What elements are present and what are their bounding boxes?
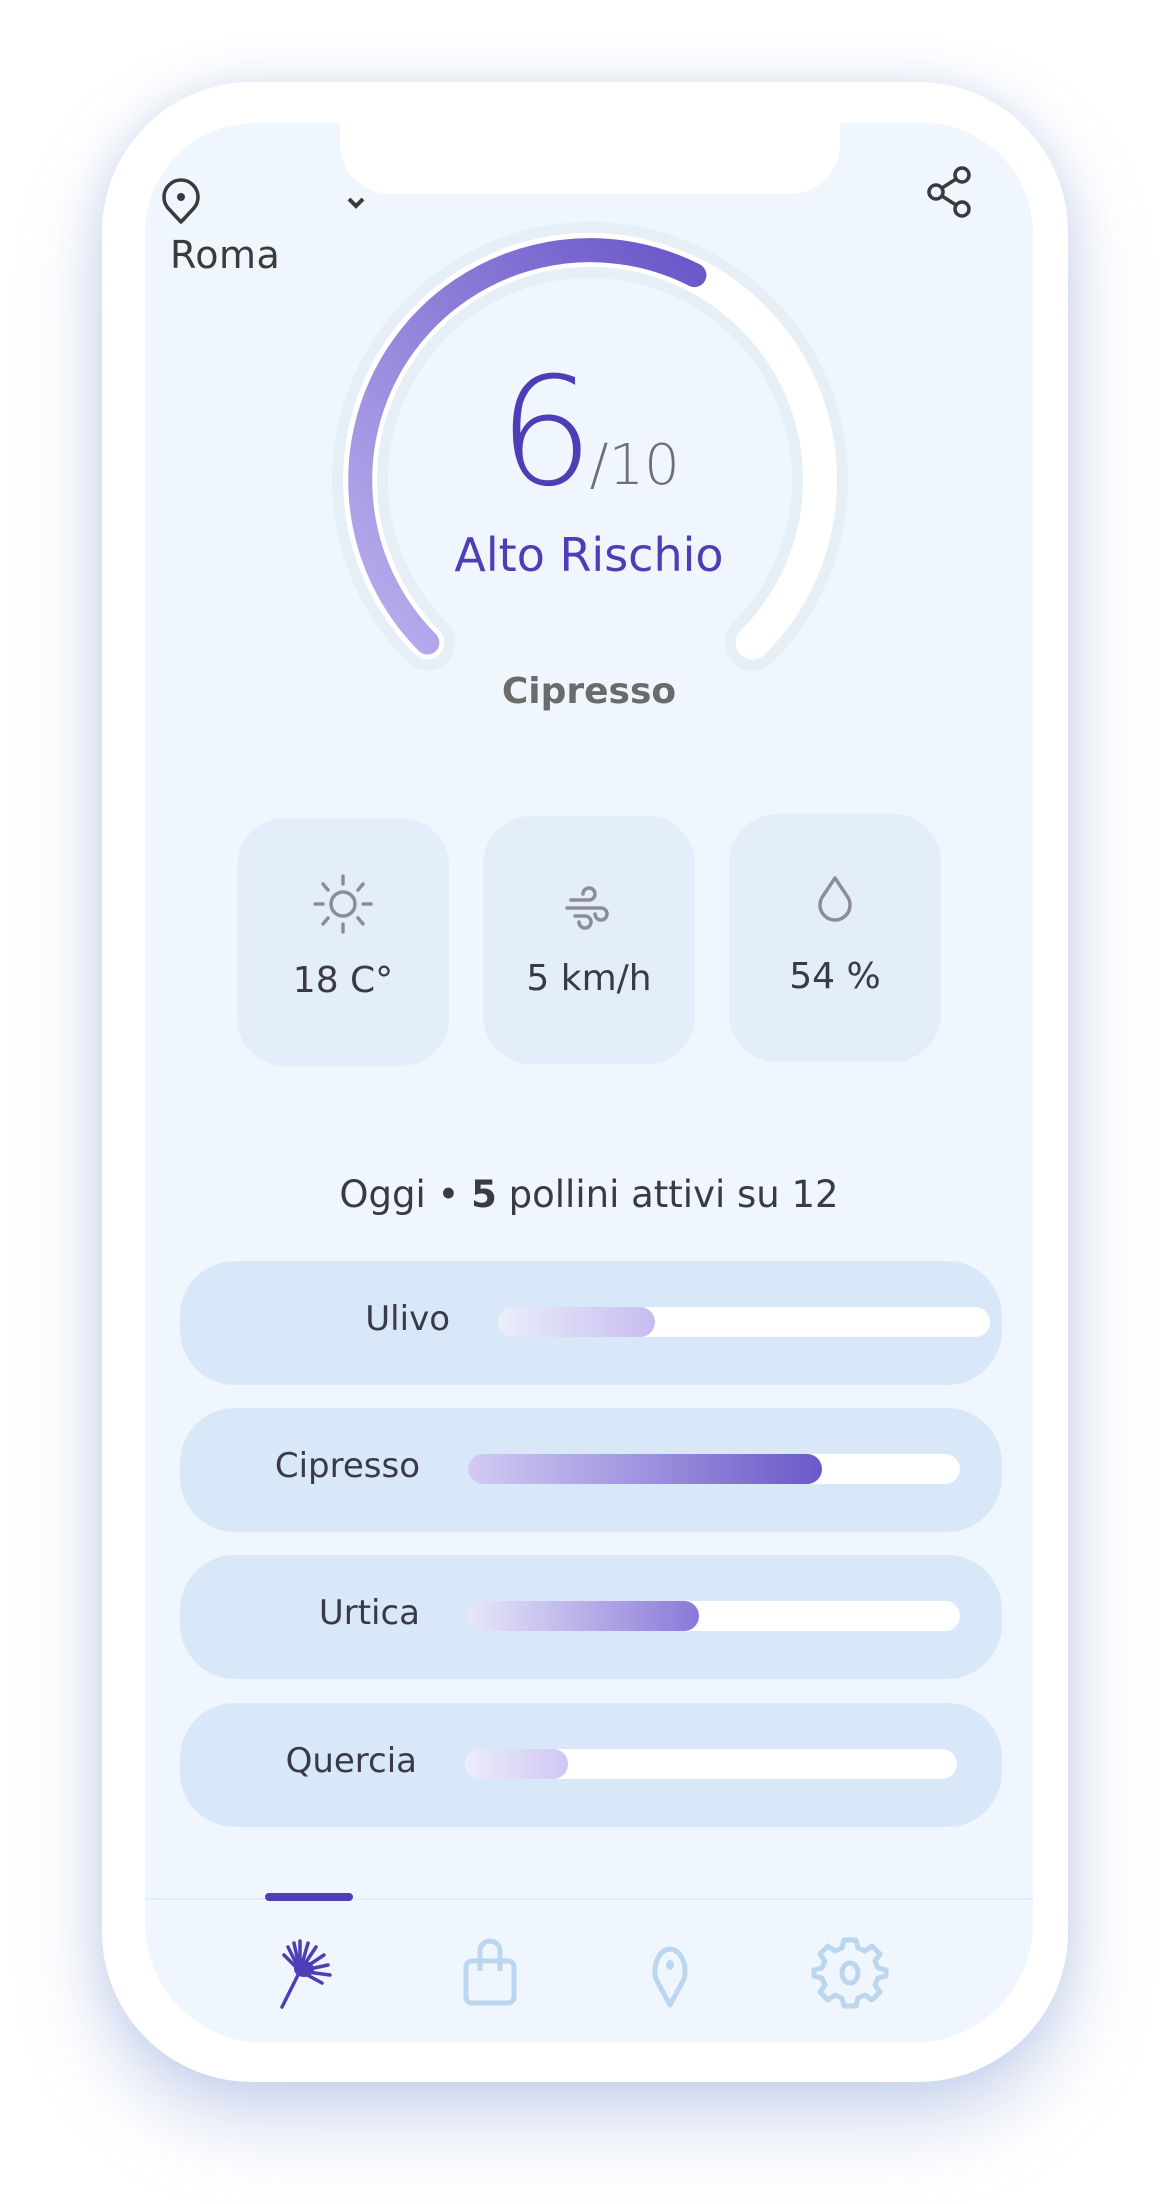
droplet-icon [818,876,852,922]
pollen-level-bar [468,1454,960,1484]
pollen-level-bar [468,1601,960,1631]
wind-icon [565,886,609,930]
score-value: 6 [498,346,593,520]
chevron-down-icon[interactable] [345,195,367,211]
pollen-row-urtica[interactable]: Urtica [180,1555,1002,1679]
sun-icon [313,874,373,934]
shopping-bag-icon [463,1938,517,2006]
pollen-name: Ulivo [365,1299,450,1339]
nav-item-settings[interactable] [810,1933,890,2013]
share-icon[interactable] [920,163,978,221]
map-pin-icon[interactable] [160,178,202,226]
wind-value: 5 km/h [526,958,652,999]
nav-item-map[interactable] [630,1933,710,2013]
pollen-level-fill [498,1307,656,1337]
pollen-level-bar [465,1749,957,1779]
temperature-value: 18 C° [292,960,394,1001]
phone-frame: Roma 6/10 Alto Rischio Cipresso 18 C° 5 … [102,82,1068,2082]
main-allergen-label: Cipresso [501,671,677,712]
nav-item-shop[interactable] [450,1933,530,2013]
weather-card-temperature: 18 C° [237,818,449,1066]
pollen-level-bar [498,1307,990,1337]
pollen-row-quercia[interactable]: Quercia [180,1703,1002,1827]
pollen-summary: Oggi • 5 pollini attivi su 12 [339,1173,839,1216]
pollen-row-cipresso[interactable]: Cipresso [180,1408,1002,1532]
active-pollen-count: 5 [471,1173,497,1216]
nav-item-pollen[interactable] [270,1933,350,2013]
map-pin-icon [652,1946,688,2008]
pollen-row-ulivo[interactable]: Ulivo [180,1261,1002,1385]
pollen-name: Quercia [285,1741,417,1781]
app-screen: Roma 6/10 Alto Rischio Cipresso 18 C° 5 … [145,123,1033,2043]
dandelion-icon [280,1939,332,2009]
risk-score: 6/10 [145,358,1033,508]
pollen-level-fill [468,1454,823,1484]
pollen-level-fill [468,1601,700,1631]
nav-active-indicator [265,1893,353,1901]
city-selector[interactable]: Roma [170,233,280,277]
pollen-name: Urtica [318,1593,420,1633]
pollen-name: Cipresso [274,1446,420,1486]
humidity-value: 54 % [789,956,881,997]
weather-card-humidity: 54 % [729,814,941,1062]
pollen-level-fill [465,1749,569,1779]
risk-level-label: Alto Rischio [454,528,724,582]
phone-notch [340,123,840,194]
settings-gear-icon [811,1937,889,2009]
weather-card-wind: 5 km/h [483,816,695,1064]
score-max: /10 [589,433,680,498]
